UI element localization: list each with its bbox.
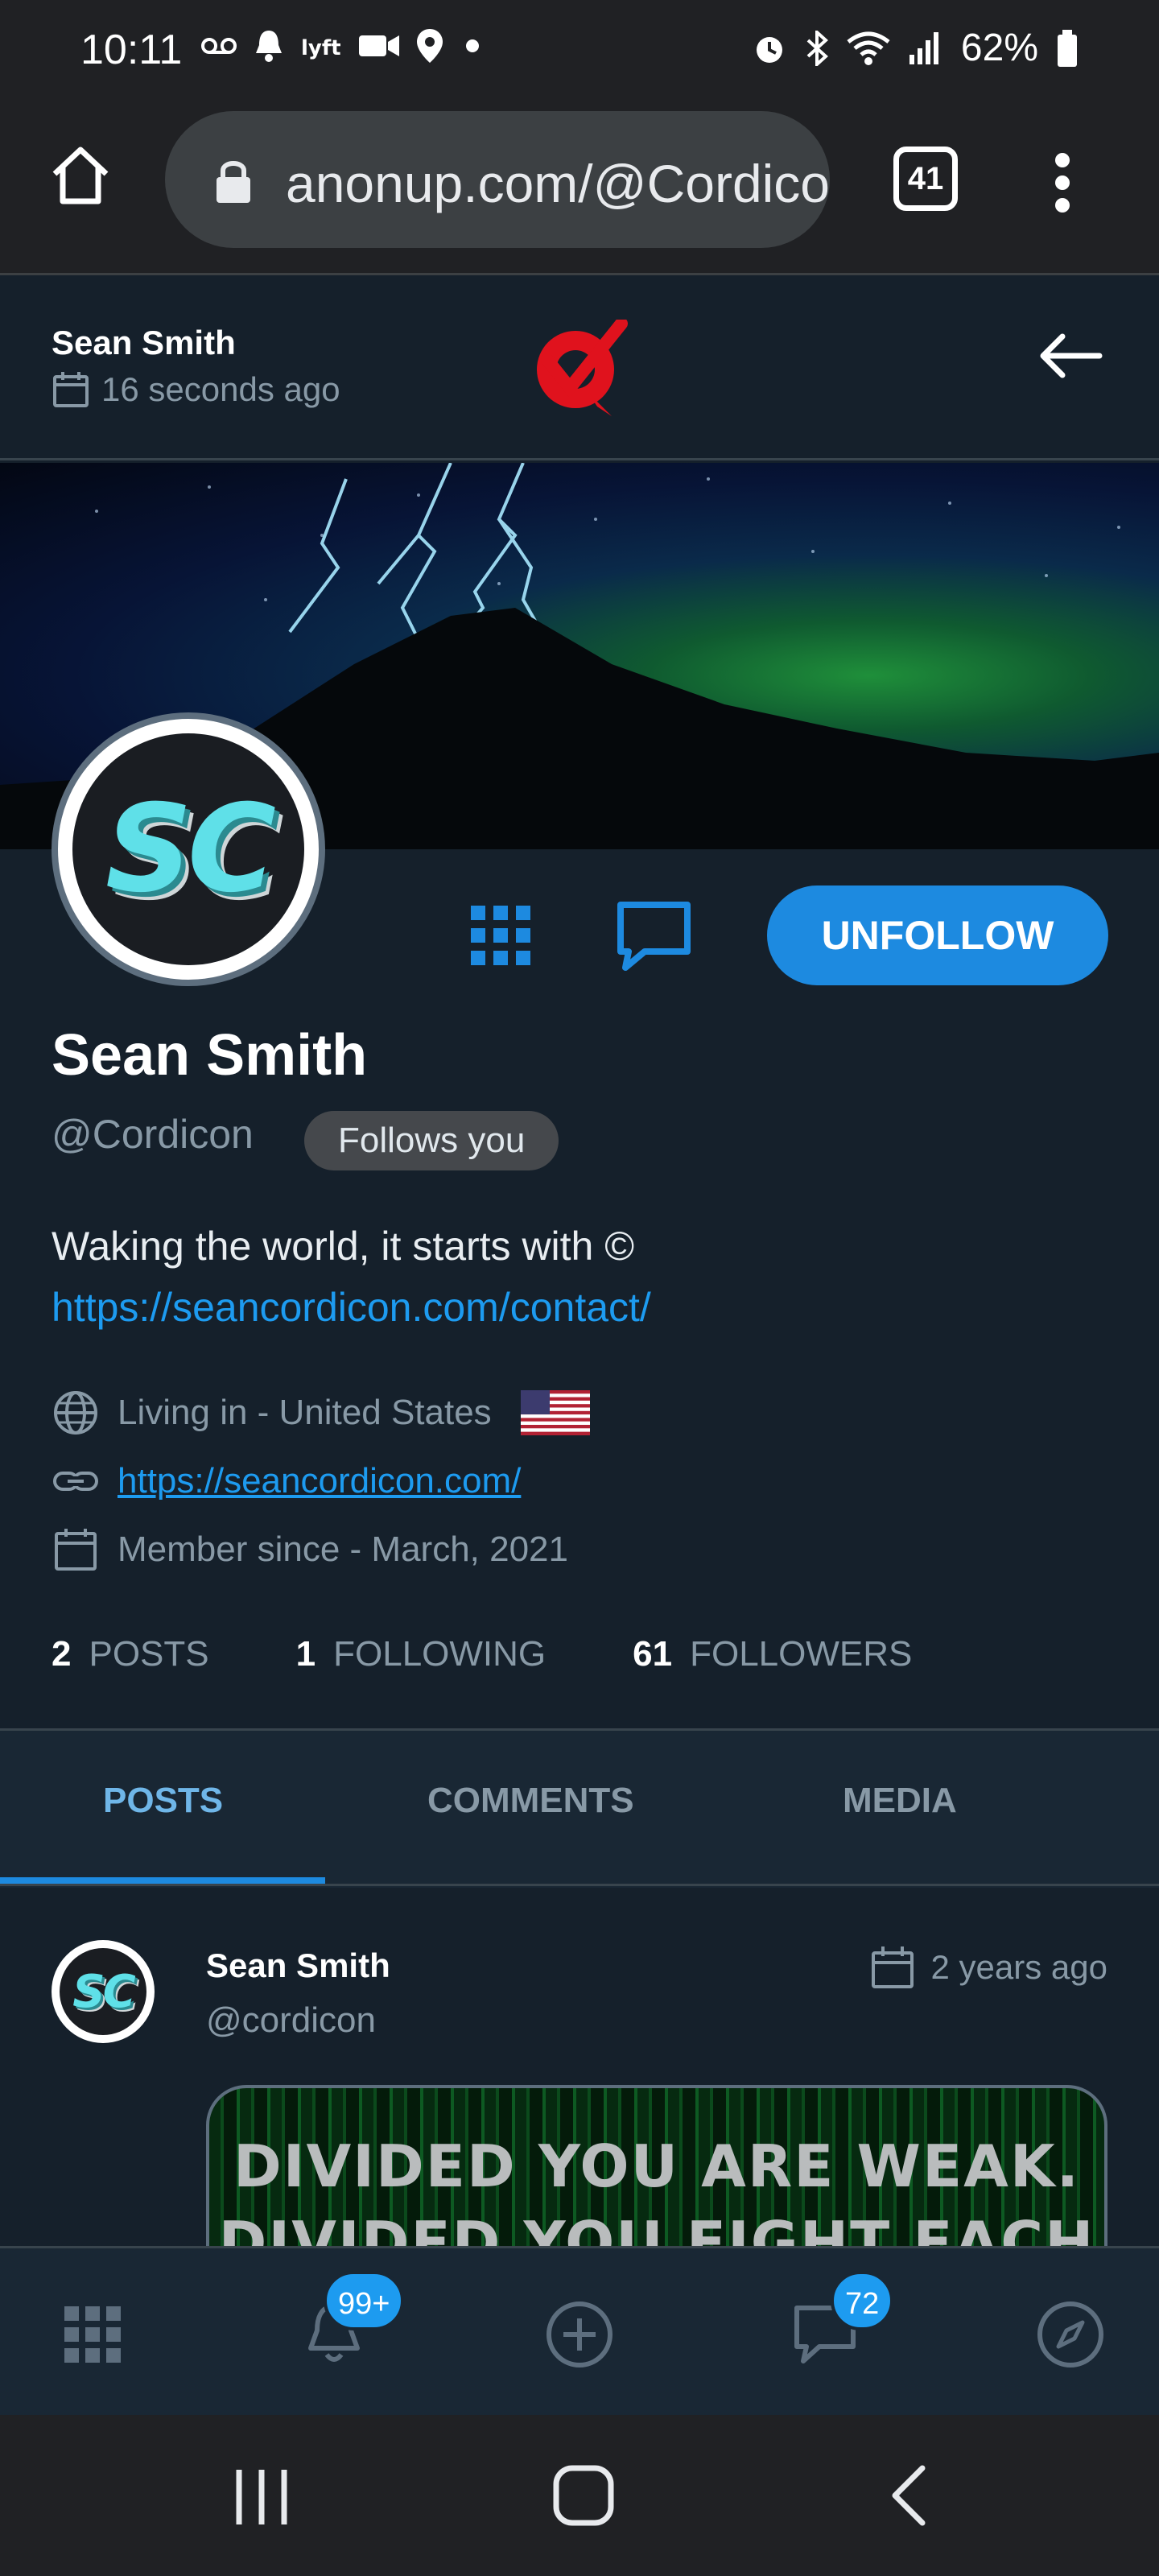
tab-posts[interactable]: POSTS xyxy=(103,1781,223,1821)
wifi-icon xyxy=(847,31,890,65)
post-author-name[interactable]: Sean Smith xyxy=(206,1946,390,1985)
profile-header-bar: Sean Smith 16 seconds ago xyxy=(0,275,1159,460)
globe-icon xyxy=(54,1391,97,1435)
alarm-icon xyxy=(756,36,782,63)
location-icon xyxy=(417,29,443,63)
profile-handle: @Cordicon xyxy=(52,1112,254,1157)
overflow-menu-icon[interactable] xyxy=(1046,153,1079,217)
calendar-icon xyxy=(871,1946,914,1988)
calendar-icon xyxy=(53,372,89,407)
post-author-handle: @cordicon xyxy=(206,2000,376,2040)
bio-text: Waking the world, it starts with © xyxy=(52,1224,635,1269)
location-text: Living in - United States xyxy=(118,1393,492,1432)
status-icons-right: 62% xyxy=(752,26,1079,70)
status-icons-left: lyft xyxy=(201,29,485,63)
lyft-icon: lyft xyxy=(301,36,341,60)
member-since-text: Member since - March, 2021 xyxy=(118,1530,568,1569)
url-text: anonup.com/@Cordicon xyxy=(286,154,830,213)
notifications-badge: 99+ xyxy=(324,2271,405,2330)
stat-label: FOLLOWING xyxy=(333,1634,547,1674)
stat-count: 2 xyxy=(52,1634,72,1674)
recent-apps-icon[interactable] xyxy=(229,2465,294,2529)
lock-icon xyxy=(217,161,250,203)
tab-switcher-button[interactable]: 41 xyxy=(893,147,958,211)
stat-followers[interactable]: 61 FOLLOWERS xyxy=(633,1634,912,1674)
browser-toolbar: anonup.com/@Cordicon 41 xyxy=(0,105,1159,275)
bell-icon xyxy=(256,31,282,62)
post-avatar[interactable]: SC xyxy=(52,1940,155,2043)
back-arrow-icon[interactable] xyxy=(1038,332,1103,380)
follows-you-badge: Follows you xyxy=(304,1111,559,1170)
message-icon[interactable] xyxy=(616,900,692,972)
profile-tabs: POSTS COMMENTS MEDIA xyxy=(0,1731,1159,1888)
voicemail-icon xyxy=(201,38,237,54)
stat-following[interactable]: 1 FOLLOWING xyxy=(296,1634,547,1674)
us-flag-icon xyxy=(520,1390,590,1435)
status-time: 10:11 xyxy=(80,27,183,73)
unfollow-button[interactable]: UNFOLLOW xyxy=(767,886,1108,985)
apps-grid-icon[interactable] xyxy=(471,906,531,966)
video-icon xyxy=(359,35,399,56)
website-row: https://seancordicon.com/ xyxy=(52,1457,521,1505)
site-logo[interactable] xyxy=(531,320,628,420)
profile-bio: Waking the world, it starts with © https… xyxy=(52,1216,651,1338)
stat-posts[interactable]: 2 POSTS xyxy=(52,1634,209,1674)
dot-icon xyxy=(466,39,479,52)
tab-media[interactable]: MEDIA xyxy=(843,1781,957,1821)
profile-stats: 2 POSTS 1 FOLLOWING 61 FOLLOWERS xyxy=(52,1634,999,1674)
post-avatar-initials: SC xyxy=(72,1965,135,2018)
svg-text:lyft: lyft xyxy=(301,36,341,60)
bio-link[interactable]: https://seancordicon.com/contact/ xyxy=(52,1277,651,1338)
add-circle-icon[interactable] xyxy=(543,2298,616,2371)
post-time-text: 2 years ago xyxy=(930,1948,1107,1986)
link-icon xyxy=(53,1472,98,1491)
location-row: Living in - United States xyxy=(52,1389,590,1437)
avatar-initials: SC xyxy=(105,779,276,919)
calendar-icon xyxy=(55,1529,97,1571)
profile-name: Sean Smith xyxy=(52,1023,368,1088)
website-link[interactable]: https://seancordicon.com/ xyxy=(118,1461,521,1501)
header-name: Sean Smith xyxy=(52,324,236,361)
stat-count: 61 xyxy=(633,1634,673,1674)
active-tab-indicator xyxy=(0,1877,325,1884)
bottom-navigation: 99+ 72 xyxy=(0,2246,1159,2415)
header-time-text: 16 seconds ago xyxy=(101,370,340,408)
apps-icon[interactable] xyxy=(56,2298,129,2371)
home-button-icon[interactable] xyxy=(551,2463,616,2528)
battery-percent: 62% xyxy=(960,27,1038,69)
header-timestamp: 16 seconds ago xyxy=(52,370,340,409)
compass-icon[interactable] xyxy=(1034,2298,1107,2371)
android-navigation-bar xyxy=(0,2415,1159,2576)
post-timestamp: 2 years ago xyxy=(870,1945,1107,1990)
status-bar: 10:11 lyft 62% xyxy=(0,0,1159,105)
back-button-icon[interactable] xyxy=(885,2463,934,2528)
profile-avatar[interactable]: SC xyxy=(52,712,325,986)
member-since-row: Member since - March, 2021 xyxy=(52,1525,568,1574)
home-icon[interactable] xyxy=(48,143,113,208)
media-caption-line1: DIVIDED YOU ARE WEAK. xyxy=(233,2132,1081,2200)
stat-count: 1 xyxy=(295,1634,316,1674)
stat-label: POSTS xyxy=(89,1634,209,1674)
messages-badge: 72 xyxy=(831,2271,894,2330)
url-bar[interactable]: anonup.com/@Cordicon xyxy=(165,111,830,248)
signal-icon xyxy=(909,31,938,64)
bluetooth-icon xyxy=(806,30,828,66)
stat-label: FOLLOWERS xyxy=(690,1634,913,1674)
battery-icon xyxy=(1058,29,1077,67)
divider xyxy=(0,1884,1159,1886)
tab-comments[interactable]: COMMENTS xyxy=(427,1781,634,1821)
